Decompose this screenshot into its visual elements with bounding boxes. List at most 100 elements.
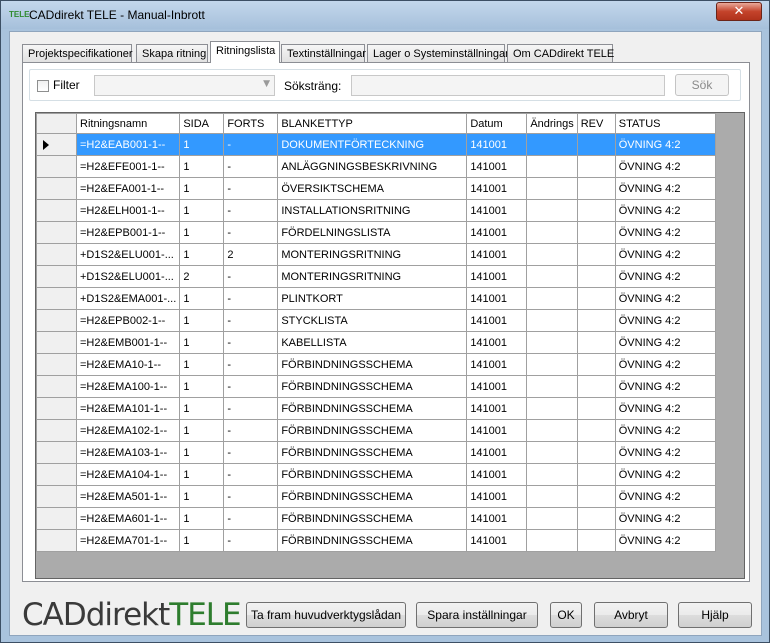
table-cell[interactable]: ÖVNING 4:2 (614, 441, 716, 464)
table-cell[interactable]: 141001 (466, 199, 528, 222)
tab-textinstallningar[interactable]: Textinställningar (281, 44, 366, 62)
row-header-cell[interactable] (36, 177, 77, 200)
table-cell[interactable]: ÖVERSIKTSCHEMA (277, 177, 468, 200)
table-cell[interactable]: 1 (179, 221, 225, 244)
table-cell[interactable]: ÖVNING 4:2 (614, 397, 716, 420)
table-cell[interactable] (576, 485, 616, 508)
table-cell[interactable]: =H2&ELH001-1-- (75, 199, 181, 222)
table-cell[interactable]: - (223, 419, 279, 442)
table-cell[interactable]: ÖVNING 4:2 (614, 199, 716, 222)
table-cell[interactable]: MONTERINGSRITNING (277, 265, 468, 288)
table-cell[interactable]: - (223, 155, 279, 178)
table-cell[interactable]: =H2&EMA104-1-- (75, 463, 181, 486)
table-cell[interactable] (576, 353, 616, 376)
table-cell[interactable]: +D1S2&EMA001-... (75, 287, 181, 310)
table-cell[interactable]: ÖVNING 4:2 (614, 155, 716, 178)
row-header-cell[interactable] (36, 309, 77, 332)
table-cell[interactable]: FÖRBINDNINGSSCHEMA (277, 419, 468, 442)
table-cell[interactable]: =H2&EMB001-1-- (75, 331, 181, 354)
table-row[interactable]: =H2&EAB001-1-- 1- DOKUMENTFÖRTECKNING 14100… (36, 133, 716, 156)
table-cell[interactable]: 1 (179, 485, 225, 508)
row-header-cell[interactable] (36, 529, 77, 552)
table-cell[interactable]: =H2&EMA601-1-- (75, 507, 181, 530)
tab-ritningslista[interactable]: Ritningslista (210, 41, 280, 63)
table-cell[interactable]: - (223, 287, 279, 310)
table-cell[interactable]: FÖRBINDNINGSSCHEMA (277, 353, 468, 376)
tab-skapa-ritning[interactable]: Skapa ritning (136, 44, 208, 62)
table-cell[interactable]: 141001 (466, 133, 528, 156)
table-cell[interactable] (576, 177, 616, 200)
table-cell[interactable]: 141001 (466, 441, 528, 464)
row-header-cell[interactable] (36, 485, 77, 508)
table-cell[interactable] (526, 133, 578, 156)
table-cell[interactable] (576, 309, 616, 332)
table-cell[interactable]: 141001 (466, 287, 528, 310)
table-row[interactable]: =H2&EMA102-1-- 1- FÖRBINDNINGSSCHEMA 141001… (36, 419, 716, 442)
table-cell[interactable]: 1 (179, 155, 225, 178)
row-header-cell[interactable] (36, 441, 77, 464)
table-cell[interactable]: - (223, 507, 279, 530)
table-cell[interactable]: KABELLISTA (277, 331, 468, 354)
row-header-cell[interactable] (36, 243, 77, 266)
table-cell[interactable]: ÖVNING 4:2 (614, 353, 716, 376)
row-header-cell[interactable] (36, 331, 77, 354)
table-cell[interactable]: ÖVNING 4:2 (614, 419, 716, 442)
tab-om-caddirekt-tele[interactable]: Om CADdirekt TELE (507, 44, 614, 62)
row-header-cell[interactable] (36, 287, 77, 310)
table-cell[interactable]: 141001 (466, 155, 528, 178)
save-settings-button[interactable]: Spara inställningar (416, 602, 538, 628)
table-cell[interactable]: DOKUMENTFÖRTECKNING (277, 133, 468, 156)
search-input[interactable] (351, 75, 665, 96)
table-row[interactable]: +D1S2&ELU001-... 2- MONTERINGSRITNING 14100… (36, 265, 716, 288)
table-cell[interactable]: FÖRDELNINGSLISTA (277, 221, 468, 244)
table-cell[interactable]: 141001 (466, 265, 528, 288)
table-cell[interactable]: 1 (179, 397, 225, 420)
table-cell[interactable]: 141001 (466, 331, 528, 354)
table-cell[interactable] (576, 419, 616, 442)
table-cell[interactable]: 141001 (466, 353, 528, 376)
table-row[interactable]: =H2&EMB001-1-- 1- KABELLISTA 141001 ÖVNING 4… (36, 331, 716, 354)
table-cell[interactable]: ÖVNING 4:2 (614, 331, 716, 354)
column-header-forts[interactable]: FORTS (223, 113, 279, 134)
table-row[interactable]: =H2&EMA100-1-- 1- FÖRBINDNINGSSCHEMA 141001… (36, 375, 716, 398)
table-cell[interactable] (526, 243, 578, 266)
table-cell[interactable]: STYCKLISTA (277, 309, 468, 332)
table-cell[interactable] (526, 375, 578, 398)
table-cell[interactable]: - (223, 133, 279, 156)
title-bar[interactable]: TELE CADdirekt TELE - Manual-Inbrott ✕ (1, 1, 769, 29)
table-row[interactable]: +D1S2&EMA001-... 1- PLINTKORT 141001 ÖVNING … (36, 287, 716, 310)
table-cell[interactable]: =H2&EPB001-1-- (75, 221, 181, 244)
table-cell[interactable] (576, 375, 616, 398)
table-cell[interactable]: 1 (179, 309, 225, 332)
table-cell[interactable]: 1 (179, 529, 225, 552)
table-row[interactable]: =H2&EPB001-1-- 1- FÖRDELNINGSLISTA 141001 ÖV… (36, 221, 716, 244)
column-header-blankettyp[interactable]: BLANKETTYP (277, 113, 468, 134)
row-header-cell[interactable] (36, 397, 77, 420)
filter-combo[interactable]: ▼ (94, 75, 275, 96)
table-cell[interactable]: PLINTKORT (277, 287, 468, 310)
table-cell[interactable]: ÖVNING 4:2 (614, 309, 716, 332)
table-cell[interactable]: FÖRBINDNINGSSCHEMA (277, 507, 468, 530)
table-cell[interactable]: =H2&EMA10-1-- (75, 353, 181, 376)
table-cell[interactable]: 141001 (466, 463, 528, 486)
table-cell[interactable] (526, 529, 578, 552)
table-cell[interactable]: - (223, 529, 279, 552)
table-cell[interactable]: =H2&EFE001-1-- (75, 155, 181, 178)
table-cell[interactable] (576, 133, 616, 156)
table-cell[interactable]: - (223, 221, 279, 244)
table-cell[interactable]: 1 (179, 353, 225, 376)
table-cell[interactable]: 1 (179, 199, 225, 222)
table-cell[interactable]: FÖRBINDNINGSSCHEMA (277, 397, 468, 420)
table-cell[interactable] (526, 507, 578, 530)
table-cell[interactable] (526, 309, 578, 332)
table-cell[interactable]: 1 (179, 287, 225, 310)
table-cell[interactable]: ÖVNING 4:2 (614, 243, 716, 266)
table-cell[interactable]: 1 (179, 419, 225, 442)
table-cell[interactable]: 1 (179, 133, 225, 156)
table-cell[interactable]: =H2&EAB001-1-- (75, 133, 181, 156)
table-cell[interactable]: FÖRBINDNINGSSCHEMA (277, 485, 468, 508)
column-header-sida[interactable]: SIDA (179, 113, 225, 134)
table-cell[interactable]: =H2&EMA103-1-- (75, 441, 181, 464)
column-header-ritningsnamn[interactable]: Ritningsnamn (75, 113, 181, 134)
drawing-list-grid[interactable]: Ritningsnamn SIDA FORTS BLANKETTYP Datum… (35, 112, 745, 579)
